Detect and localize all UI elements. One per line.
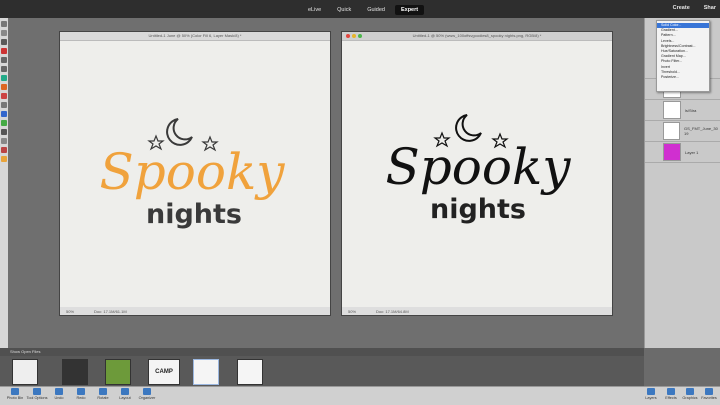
minimize-icon[interactable] [352,34,356,38]
left-zoom-level[interactable]: 50% [66,309,74,314]
left-document-window[interactable]: Untitled-1 June @ 50% (Color Fill 6, Lay… [60,32,330,315]
photo-bin: CAMP [0,356,644,386]
rotate-icon [99,388,107,395]
photo-bin-button[interactable]: Photo Bin [4,388,26,404]
rotate-button[interactable]: Rotate [92,388,114,404]
bin-thumb-spooky-black[interactable] [193,359,219,385]
bin-thumb-spooky-color[interactable] [12,359,38,385]
gradient-tool-icon[interactable] [1,129,7,135]
right-zoom-level[interactable]: 50% [348,309,356,314]
layer-name: ls/Stra [685,107,697,113]
effects-icon [667,388,675,395]
create-button[interactable]: Create [673,5,690,11]
bin-thumb-dark[interactable] [62,359,88,385]
paint-bucket-tool-icon[interactable] [1,120,7,126]
right-doc-status: 50% Doc: 17.1M/64.8M [342,307,612,315]
tab-expert[interactable]: Expert [394,5,425,15]
layer-thumbnail [663,101,681,119]
redo-button[interactable]: Redo [70,388,92,404]
shape-tool-icon[interactable] [1,138,7,144]
spooky-text: Spooky [385,138,571,196]
close-icon[interactable] [346,34,350,38]
eyedropper-tool-icon[interactable] [1,48,7,54]
fill-adjustment-menu: Solid Color... Gradient... Pattern... Le… [656,20,710,92]
tool-options-button[interactable]: Tool Options [26,388,48,404]
right-canvas[interactable]: Spooky nights [342,41,612,307]
organizer-button[interactable]: Organizer [136,388,158,404]
window-controls [346,34,362,38]
undo-button[interactable]: Undo [48,388,70,404]
healing-tool-icon[interactable] [1,93,7,99]
layer-row[interactable]: GS_FMT_June_30 19 [645,121,720,142]
menu-item-posterize[interactable]: Posterize... [657,75,709,80]
top-bar: eLive Quick Guided Expert Create Shar [0,0,720,18]
bin-thumb-spooky-alt[interactable] [237,359,263,385]
graphics-icon [686,388,694,395]
layer-thumbnail [663,143,681,161]
tab-elive[interactable]: eLive [302,5,327,15]
layout-icon [121,388,129,395]
right-doc-size: Doc: 17.1M/64.8M [376,308,409,314]
left-spooky-artwork: Spooky nights [99,118,285,230]
layers-button[interactable]: Layers [640,388,662,404]
organizer-icon [143,388,151,395]
favorites-button[interactable]: Favorites [698,388,720,404]
left-canvas[interactable]: Spooky nights [60,41,330,307]
layers-icon [647,388,655,395]
right-document-window[interactable]: Untitled-1 @ 50% (www_100offsvgoodies8_s… [342,32,612,315]
hand-tool-icon[interactable] [1,39,7,45]
mode-tabs: eLive Quick Guided Expert [302,5,425,15]
bin-thumb-camp[interactable]: CAMP [148,359,180,385]
spooky-text: Spooky [99,143,285,201]
marquee-tool-icon[interactable] [1,57,7,63]
show-open-files-dropdown[interactable]: Show Open Files [0,348,644,356]
tab-quick[interactable]: Quick [331,5,357,15]
left-doc-status: 50% Doc: 17.1M/61.1M [60,307,330,315]
lasso-tool-icon[interactable] [1,66,7,72]
redo-icon [77,388,85,395]
right-spooky-artwork: Spooky nights [385,114,571,225]
bin-thumb-green[interactable] [105,359,131,385]
bottom-taskbar: Photo Bin Tool Options Undo Redo Rotate … [0,386,720,405]
undo-icon [55,388,63,395]
nights-text: nights [146,199,242,230]
layout-button[interactable]: Layout [114,388,136,404]
quick-selection-tool-icon[interactable] [1,75,7,81]
left-doc-title: Untitled-1 June @ 50% (Color Fill 6, Lay… [60,32,330,41]
layer-name: GS_FMT_June_30 19 [684,126,718,136]
right-doc-title: Untitled-1 @ 50% (www_100offsvgoodies8_s… [342,32,612,41]
clone-tool-icon[interactable] [1,102,7,108]
tab-guided[interactable]: Guided [361,5,391,15]
brush-tool-icon[interactable] [1,84,7,90]
moon-icon [455,114,482,142]
layer-row[interactable]: Layer 1 [645,142,720,163]
move-tool-icon[interactable] [1,21,7,27]
nights-text: nights [430,194,526,225]
crop-tool-icon[interactable] [1,156,7,162]
layer-thumbnail [663,122,681,140]
left-doc-size: Doc: 17.1M/61.1M [94,308,127,314]
photo-bin-icon [11,388,19,395]
eraser-tool-icon[interactable] [1,111,7,117]
layer-row[interactable]: ls/Stra [645,100,720,121]
zoom-tool-icon[interactable] [1,30,7,36]
moon-icon [166,118,193,146]
favorites-icon [705,388,713,395]
workspace: Untitled-1 June @ 50% (Color Fill 6, Lay… [8,18,644,348]
tool-options-icon [33,388,41,395]
type-tool-icon[interactable] [1,147,7,153]
maximize-icon[interactable] [358,34,362,38]
layer-name: Layer 1 [685,149,699,155]
share-button[interactable]: Shar [704,5,716,11]
